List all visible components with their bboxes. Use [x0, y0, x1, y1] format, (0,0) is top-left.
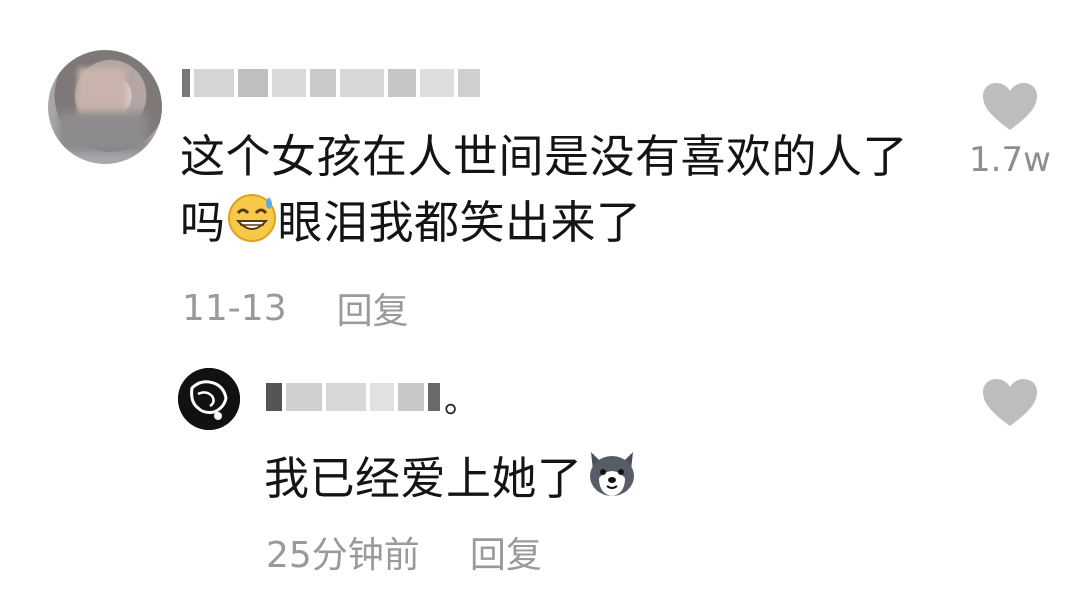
comment-text: 这个女孩在人世间是没有喜欢的人了 吗 眼泪我都笑出来了 — [180, 124, 940, 261]
username-blurred[interactable]: 。 — [266, 380, 478, 421]
avatar[interactable] — [178, 368, 240, 430]
comment-text-pre: 我已经爱上她了 — [264, 452, 583, 505]
like-control[interactable] — [970, 378, 1050, 432]
grinning-sweat-emoji — [226, 191, 278, 261]
comment-text-pre: 吗 — [180, 196, 226, 249]
like-control[interactable]: 1.7w — [960, 82, 1060, 180]
heart-icon[interactable] — [981, 378, 1039, 432]
husky-dog-emoji — [583, 444, 641, 520]
reply-button[interactable]: 回复 — [470, 526, 542, 578]
comment-text-post: 眼泪我都笑出来了 — [277, 196, 642, 249]
comment-text-line2: 吗 眼泪我都笑出来了 — [180, 190, 940, 261]
comment-date: 11-13 — [182, 287, 287, 329]
username-blurred[interactable] — [182, 66, 480, 100]
heart-icon[interactable] — [981, 82, 1039, 136]
reply-button[interactable]: 回复 — [337, 282, 409, 334]
like-count: 1.7w — [969, 140, 1051, 180]
comment-text: 我已经爱上她了 — [264, 444, 641, 520]
comment-meta: 25分钟前 回复 — [266, 526, 542, 578]
comment-date: 25分钟前 — [266, 535, 420, 576]
avatar[interactable] — [48, 50, 162, 164]
avatar-body-blur — [58, 112, 148, 152]
comment-text-line1: 这个女孩在人世间是没有喜欢的人了 — [180, 130, 909, 183]
username-tail: 。 — [444, 380, 478, 421]
comment-meta: 11-13 回复 — [182, 282, 409, 334]
